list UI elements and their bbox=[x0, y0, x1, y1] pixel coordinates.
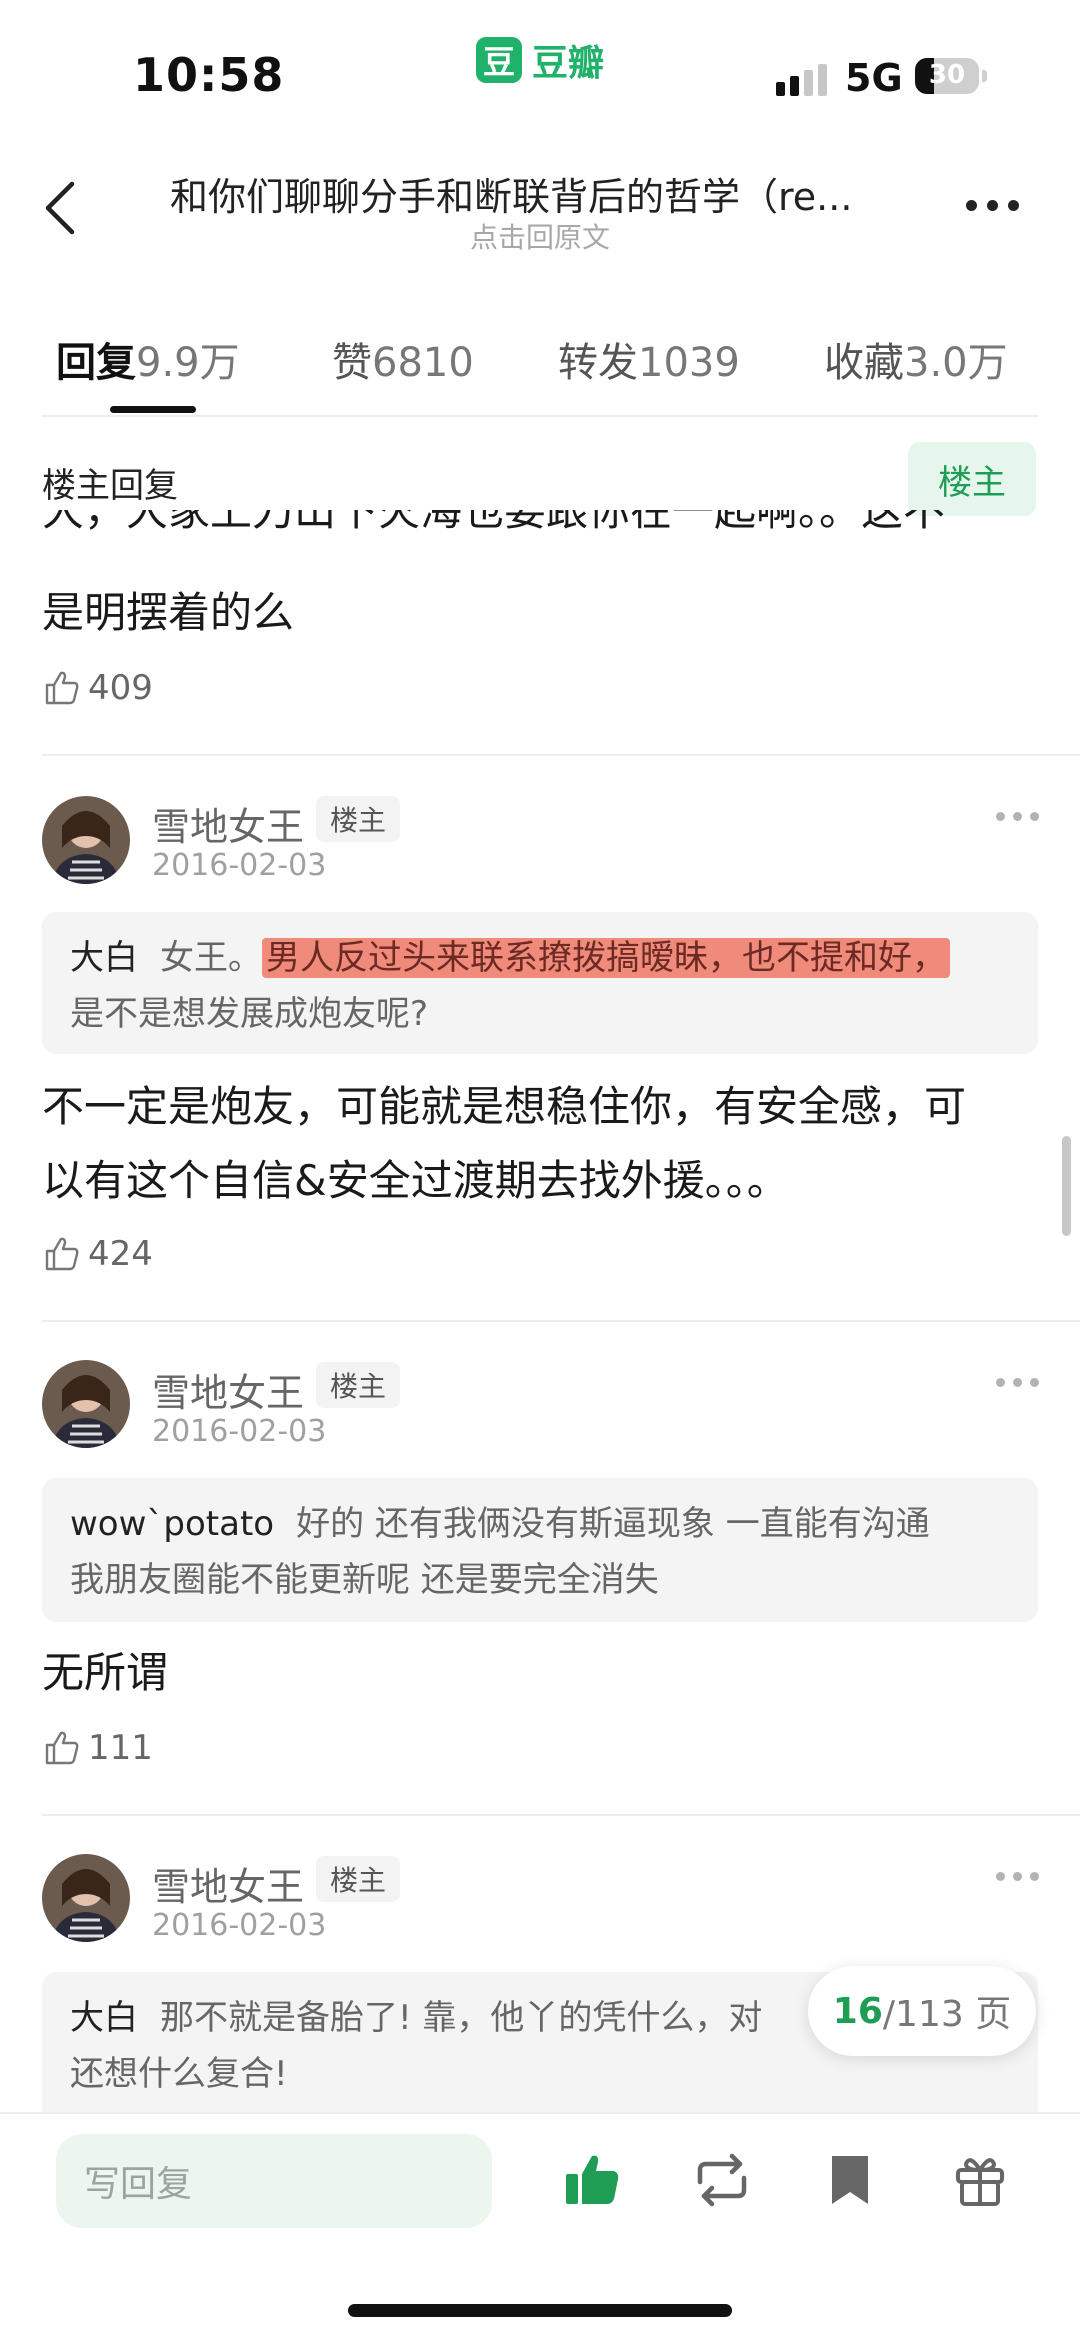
quote-author: 大白 bbox=[70, 938, 138, 978]
username[interactable]: 雪地女王 bbox=[152, 1362, 304, 1417]
like-button[interactable]: 424 bbox=[42, 1234, 153, 1274]
active-tab-indicator bbox=[110, 406, 196, 413]
username[interactable]: 雪地女王 bbox=[152, 796, 304, 851]
tab-replies[interactable]: 回复9.9万 bbox=[56, 330, 240, 388]
signal-icon bbox=[776, 64, 827, 96]
like-button[interactable]: 111 bbox=[42, 1728, 153, 1768]
app-badge: 豆 豆瓣 bbox=[476, 34, 604, 86]
tab-reshares[interactable]: 转发1039 bbox=[558, 330, 740, 388]
post-divider bbox=[42, 1320, 1080, 1322]
highlighted-text: 男人反过头来联系撩拨搞暧昧，也不提和好， bbox=[262, 938, 950, 978]
like-count: 424 bbox=[88, 1234, 153, 1274]
scrollbar[interactable] bbox=[1062, 1136, 1071, 1236]
app-name: 豆瓣 bbox=[532, 43, 605, 84]
battery-icon: 30 bbox=[915, 58, 979, 94]
post-date: 2016-02-03 bbox=[152, 848, 327, 883]
thumbs-up-filled-icon[interactable] bbox=[560, 2148, 624, 2212]
thumbs-up-icon bbox=[45, 1237, 79, 1271]
op-badge: 楼主 bbox=[316, 1362, 400, 1408]
op-badge: 楼主 bbox=[316, 1856, 400, 1902]
tab-likes[interactable]: 赞6810 bbox=[332, 330, 474, 388]
tab-collections[interactable]: 收藏3.0万 bbox=[824, 330, 1008, 388]
current-page: 16 bbox=[832, 1990, 883, 2032]
page-title[interactable]: 和你们聊聊分手和断联背后的哲学（re... bbox=[170, 166, 910, 221]
network-type: 5G bbox=[845, 56, 903, 100]
reshare-icon[interactable] bbox=[690, 2148, 754, 2212]
page-indicator[interactable]: 16/113 页 bbox=[808, 1966, 1036, 2056]
thumbs-up-icon bbox=[45, 1731, 79, 1765]
battery-tip bbox=[982, 70, 987, 82]
quote-author: wow`potato bbox=[70, 1504, 275, 1544]
partial-post-text: 大，大家上刀山下火海也要跟你在一起啊。。这不 bbox=[42, 510, 946, 535]
avatar[interactable] bbox=[42, 1854, 130, 1942]
battery-level: 30 bbox=[928, 60, 966, 90]
post-divider bbox=[42, 1814, 1080, 1816]
total-pages: /113 页 bbox=[882, 1994, 1012, 2035]
post-more-icon[interactable] bbox=[996, 1378, 1039, 1387]
avatar[interactable] bbox=[42, 1360, 130, 1448]
op-only-button[interactable]: 楼主 bbox=[908, 442, 1036, 516]
bookmark-icon[interactable] bbox=[818, 2148, 882, 2212]
post-date: 2016-02-03 bbox=[152, 1414, 327, 1449]
like-button[interactable]: 409 bbox=[42, 668, 153, 708]
like-count: 111 bbox=[88, 1728, 153, 1768]
username[interactable]: 雪地女王 bbox=[152, 1856, 304, 1911]
post-more-icon[interactable] bbox=[996, 1872, 1039, 1881]
douban-logo-icon: 豆 bbox=[476, 37, 522, 83]
like-count: 409 bbox=[88, 668, 153, 708]
post-divider bbox=[42, 754, 1080, 756]
partial-post-text-line2: 是明摆着的么 bbox=[42, 588, 295, 637]
op-badge: 楼主 bbox=[316, 796, 400, 842]
tabs-divider bbox=[42, 415, 1038, 417]
post-date: 2016-02-03 bbox=[152, 1908, 327, 1943]
quote-author: 大白 bbox=[70, 1998, 138, 2038]
post-more-icon[interactable] bbox=[996, 812, 1039, 821]
avatar[interactable] bbox=[42, 796, 130, 884]
back-to-original-link[interactable]: 点击回原文 bbox=[0, 216, 1080, 256]
status-time: 10:58 bbox=[133, 48, 285, 102]
thumbs-up-icon bbox=[45, 671, 79, 705]
gift-icon[interactable] bbox=[948, 2148, 1012, 2212]
quoted-reply[interactable]: wow`potato 好的 还有我俩没有斯逼现象 一直能有沟通 我朋友圈能不能更新… bbox=[42, 1478, 1038, 1622]
reply-input[interactable]: 写回复 bbox=[56, 2134, 492, 2228]
home-indicator[interactable] bbox=[348, 2304, 732, 2317]
quoted-reply[interactable]: 大白 女王。 男人反过头来联系撩拨搞暧昧，也不提和好， 是不是想发展成炮友呢? bbox=[42, 912, 1038, 1054]
more-options-icon[interactable] bbox=[966, 200, 1019, 211]
post-body: 不一定是炮友，可能就是想稳住你，有安全感，可 以有这个自信&安全过渡期去找外援。… bbox=[42, 1082, 967, 1205]
section-title: 楼主回复 bbox=[42, 466, 178, 506]
post-body: 无所谓 bbox=[42, 1648, 169, 1697]
